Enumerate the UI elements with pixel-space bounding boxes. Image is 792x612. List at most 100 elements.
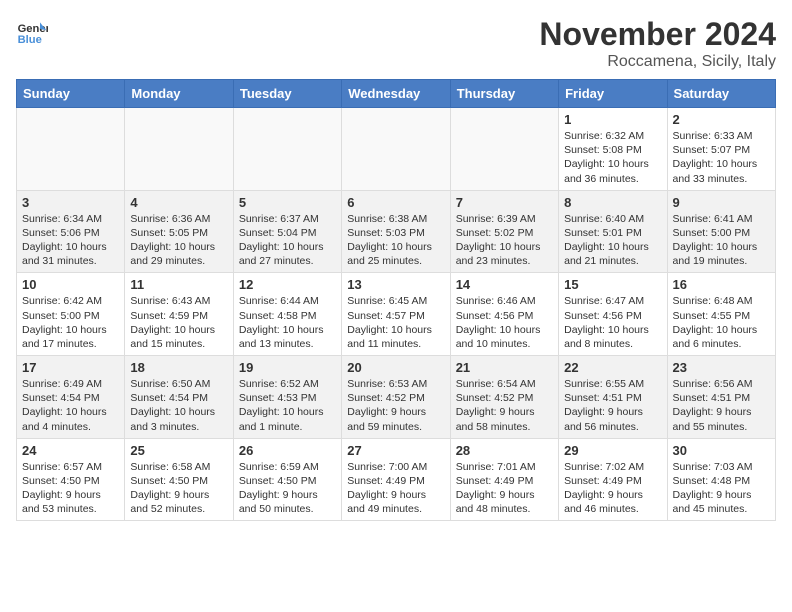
- day-cell-26: 26Sunrise: 6:59 AM Sunset: 4:50 PM Dayli…: [233, 438, 341, 521]
- day-cell-9: 9 Sunrise: 6:41 AM Sunset: 5:00 PM Daylig…: [667, 190, 775, 273]
- day-cell-23: 23Sunrise: 6:56 AM Sunset: 4:51 PM Dayli…: [667, 356, 775, 439]
- day-cell-24: 24 Sunrise: 6:57 AM Sunset: 4:50 PM Dayli…: [17, 438, 125, 521]
- week-row-3: 10Sunrise: 6:42 AM Sunset: 5:00 PM Dayli…: [17, 273, 776, 356]
- day-number: 30: [673, 443, 770, 458]
- day-cell-10: 10Sunrise: 6:42 AM Sunset: 5:00 PM Dayli…: [17, 273, 125, 356]
- weekday-header-saturday: Saturday: [667, 80, 775, 108]
- day-number: 22: [564, 360, 661, 375]
- day-info: Sunrise: 6:54 AM Sunset: 4:52 PM Dayligh…: [456, 377, 553, 434]
- day-info: Sunrise: 6:49 AM Sunset: 4:54 PM Dayligh…: [22, 377, 119, 434]
- day-number: 6: [347, 195, 444, 210]
- day-info: Sunrise: 7:02 AM Sunset: 4:49 PM Dayligh…: [564, 460, 661, 517]
- day-number: 1: [564, 112, 661, 127]
- day-cell-18: 18 Sunrise: 6:50 AM Sunset: 4:54 PM Dayli…: [125, 356, 233, 439]
- day-info: Sunrise: 6:45 AM Sunset: 4:57 PM Dayligh…: [347, 294, 444, 351]
- day-cell-7: 7Sunrise: 6:39 AM Sunset: 5:02 PM Daylig…: [450, 190, 558, 273]
- day-cell-2: 2Sunrise: 6:33 AM Sunset: 5:07 PM Daylig…: [667, 108, 775, 191]
- day-info: Sunrise: 6:53 AM Sunset: 4:52 PM Dayligh…: [347, 377, 444, 434]
- day-cell-12: 12 Sunrise: 6:44 AM Sunset: 4:58 PM Dayli…: [233, 273, 341, 356]
- day-number: 25: [130, 443, 227, 458]
- day-info: Sunrise: 6:41 AM Sunset: 5:00 PM Dayligh…: [673, 212, 770, 269]
- day-info: Sunrise: 6:43 AM Sunset: 4:59 PM Dayligh…: [130, 294, 227, 351]
- day-number: 10: [22, 277, 119, 292]
- day-info: Sunrise: 6:33 AM Sunset: 5:07 PM Dayligh…: [673, 129, 770, 186]
- day-number: 7: [456, 195, 553, 210]
- empty-cell: [233, 108, 341, 191]
- day-cell-1: 1 Sunrise: 6:32 AM Sunset: 5:08 PM Daylig…: [559, 108, 667, 191]
- weekday-header-sunday: Sunday: [17, 80, 125, 108]
- day-info: Sunrise: 6:58 AM Sunset: 4:50 PM Dayligh…: [130, 460, 227, 517]
- day-cell-20: 20 Sunrise: 6:53 AM Sunset: 4:52 PM Dayli…: [342, 356, 450, 439]
- day-number: 28: [456, 443, 553, 458]
- day-info: Sunrise: 6:52 AM Sunset: 4:53 PM Dayligh…: [239, 377, 336, 434]
- day-cell-21: 21Sunrise: 6:54 AM Sunset: 4:52 PM Dayli…: [450, 356, 558, 439]
- day-info: Sunrise: 6:50 AM Sunset: 4:54 PM Dayligh…: [130, 377, 227, 434]
- day-number: 20: [347, 360, 444, 375]
- day-info: Sunrise: 6:55 AM Sunset: 4:51 PM Dayligh…: [564, 377, 661, 434]
- day-info: Sunrise: 7:00 AM Sunset: 4:49 PM Dayligh…: [347, 460, 444, 517]
- location-title: Roccamena, Sicily, Italy: [539, 53, 776, 71]
- month-title: November 2024: [539, 16, 776, 53]
- week-row-2: 3 Sunrise: 6:34 AM Sunset: 5:06 PM Daylig…: [17, 190, 776, 273]
- day-info: Sunrise: 6:44 AM Sunset: 4:58 PM Dayligh…: [239, 294, 336, 351]
- day-number: 12: [239, 277, 336, 292]
- day-cell-4: 4 Sunrise: 6:36 AM Sunset: 5:05 PM Daylig…: [125, 190, 233, 273]
- weekday-header-wednesday: Wednesday: [342, 80, 450, 108]
- day-number: 19: [239, 360, 336, 375]
- day-info: Sunrise: 6:56 AM Sunset: 4:51 PM Dayligh…: [673, 377, 770, 434]
- day-info: Sunrise: 6:36 AM Sunset: 5:05 PM Dayligh…: [130, 212, 227, 269]
- day-cell-29: 29 Sunrise: 7:02 AM Sunset: 4:49 PM Dayli…: [559, 438, 667, 521]
- day-cell-3: 3 Sunrise: 6:34 AM Sunset: 5:06 PM Daylig…: [17, 190, 125, 273]
- day-info: Sunrise: 6:32 AM Sunset: 5:08 PM Dayligh…: [564, 129, 661, 186]
- day-cell-15: 15 Sunrise: 6:47 AM Sunset: 4:56 PM Dayli…: [559, 273, 667, 356]
- day-info: Sunrise: 6:59 AM Sunset: 4:50 PM Dayligh…: [239, 460, 336, 517]
- day-info: Sunrise: 6:48 AM Sunset: 4:55 PM Dayligh…: [673, 294, 770, 351]
- day-number: 24: [22, 443, 119, 458]
- weekday-header-monday: Monday: [125, 80, 233, 108]
- day-number: 4: [130, 195, 227, 210]
- calendar-table: SundayMondayTuesdayWednesdayThursdayFrid…: [16, 79, 776, 521]
- day-cell-14: 14Sunrise: 6:46 AM Sunset: 4:56 PM Dayli…: [450, 273, 558, 356]
- day-number: 5: [239, 195, 336, 210]
- day-cell-22: 22 Sunrise: 6:55 AM Sunset: 4:51 PM Dayli…: [559, 356, 667, 439]
- day-number: 29: [564, 443, 661, 458]
- week-row-4: 17 Sunrise: 6:49 AM Sunset: 4:54 PM Dayli…: [17, 356, 776, 439]
- day-info: Sunrise: 6:57 AM Sunset: 4:50 PM Dayligh…: [22, 460, 119, 517]
- logo: General Blue: [16, 16, 48, 48]
- day-info: Sunrise: 7:03 AM Sunset: 4:48 PM Dayligh…: [673, 460, 770, 517]
- empty-cell: [125, 108, 233, 191]
- day-info: Sunrise: 6:47 AM Sunset: 4:56 PM Dayligh…: [564, 294, 661, 351]
- day-number: 11: [130, 277, 227, 292]
- weekday-header-thursday: Thursday: [450, 80, 558, 108]
- day-number: 18: [130, 360, 227, 375]
- header-row: SundayMondayTuesdayWednesdayThursdayFrid…: [17, 80, 776, 108]
- day-cell-27: 27 Sunrise: 7:00 AM Sunset: 4:49 PM Dayli…: [342, 438, 450, 521]
- empty-cell: [450, 108, 558, 191]
- header: General Blue November 2024 Roccamena, Si…: [16, 16, 776, 71]
- day-cell-8: 8 Sunrise: 6:40 AM Sunset: 5:01 PM Daylig…: [559, 190, 667, 273]
- day-number: 3: [22, 195, 119, 210]
- day-cell-6: 6Sunrise: 6:38 AM Sunset: 5:03 PM Daylig…: [342, 190, 450, 273]
- day-cell-19: 19 Sunrise: 6:52 AM Sunset: 4:53 PM Dayli…: [233, 356, 341, 439]
- title-block: November 2024 Roccamena, Sicily, Italy: [539, 16, 776, 71]
- day-cell-13: 13 Sunrise: 6:45 AM Sunset: 4:57 PM Dayli…: [342, 273, 450, 356]
- day-number: 27: [347, 443, 444, 458]
- week-row-5: 24 Sunrise: 6:57 AM Sunset: 4:50 PM Dayli…: [17, 438, 776, 521]
- day-number: 9: [673, 195, 770, 210]
- week-row-1: 1 Sunrise: 6:32 AM Sunset: 5:08 PM Daylig…: [17, 108, 776, 191]
- empty-cell: [17, 108, 125, 191]
- day-cell-11: 11 Sunrise: 6:43 AM Sunset: 4:59 PM Dayli…: [125, 273, 233, 356]
- day-number: 8: [564, 195, 661, 210]
- day-number: 17: [22, 360, 119, 375]
- day-number: 13: [347, 277, 444, 292]
- day-info: Sunrise: 6:34 AM Sunset: 5:06 PM Dayligh…: [22, 212, 119, 269]
- day-number: 15: [564, 277, 661, 292]
- day-cell-30: 30 Sunrise: 7:03 AM Sunset: 4:48 PM Dayli…: [667, 438, 775, 521]
- day-cell-16: 16Sunrise: 6:48 AM Sunset: 4:55 PM Dayli…: [667, 273, 775, 356]
- svg-text:Blue: Blue: [18, 34, 42, 46]
- day-info: Sunrise: 7:01 AM Sunset: 4:49 PM Dayligh…: [456, 460, 553, 517]
- day-cell-28: 28 Sunrise: 7:01 AM Sunset: 4:49 PM Dayli…: [450, 438, 558, 521]
- day-info: Sunrise: 6:46 AM Sunset: 4:56 PM Dayligh…: [456, 294, 553, 351]
- day-info: Sunrise: 6:40 AM Sunset: 5:01 PM Dayligh…: [564, 212, 661, 269]
- logo-icon: General Blue: [16, 16, 48, 48]
